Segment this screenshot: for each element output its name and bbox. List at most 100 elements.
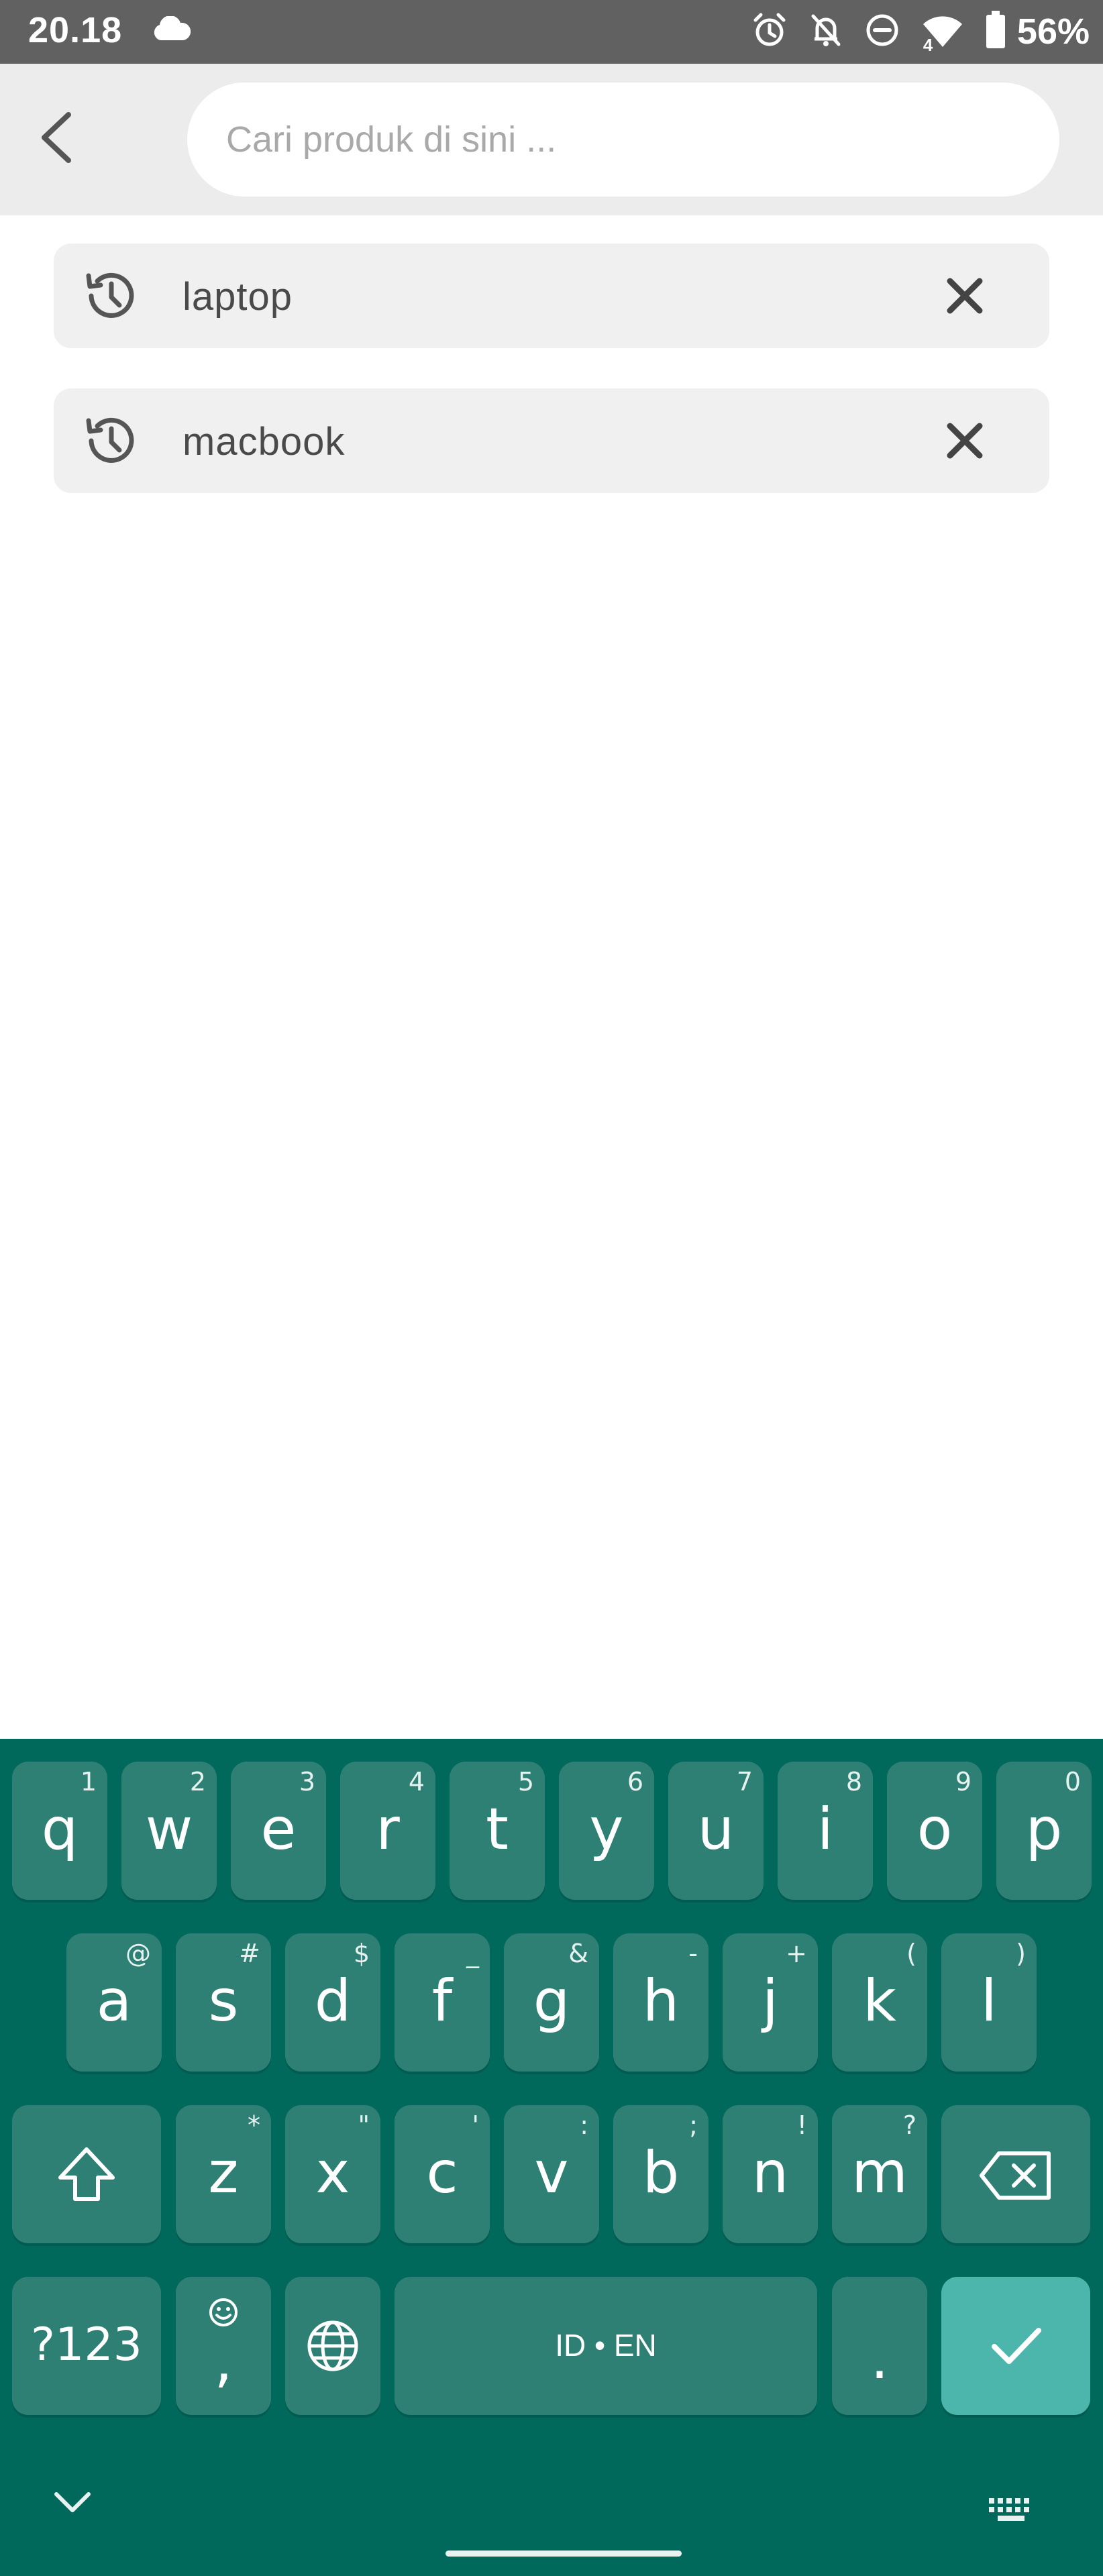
key-t[interactable]: 5t	[450, 1762, 545, 1900]
back-button[interactable]	[30, 105, 83, 170]
key-hint: 9	[955, 1767, 971, 1796]
key-label: m	[851, 2139, 908, 2206]
key-label: ?123	[31, 2318, 142, 2371]
key-u[interactable]: 7u	[668, 1762, 764, 1900]
key-label: i	[817, 1796, 833, 1863]
key-hint: 3	[299, 1767, 315, 1796]
search-input[interactable]	[187, 83, 1059, 197]
key-label: .	[870, 2324, 889, 2392]
key-q[interactable]: 1q	[12, 1762, 107, 1900]
notifications-off-icon	[808, 12, 844, 52]
enter-key[interactable]	[941, 2277, 1090, 2415]
key-hint: '	[472, 2110, 479, 2140]
key-h[interactable]: -h	[613, 1933, 708, 2072]
history-icon	[86, 417, 134, 463]
key-label: b	[642, 2139, 680, 2206]
key-label: v	[534, 2139, 569, 2206]
close-icon[interactable]	[942, 418, 988, 464]
network-badge: 4	[923, 34, 933, 55]
key-label: w	[145, 1796, 193, 1863]
status-icons: 4 56%	[751, 8, 1090, 55]
key-label: u	[697, 1796, 735, 1863]
key-hint: 1	[80, 1767, 97, 1796]
key-l[interactable]: ) l	[941, 1933, 1037, 2072]
key-hint: @	[125, 1939, 151, 1968]
key-label: r	[376, 1796, 400, 1863]
space-key[interactable]: ID • EN	[395, 2277, 817, 2415]
gesture-nav-handle[interactable]	[445, 2551, 682, 2557]
key-label: c	[426, 2139, 458, 2206]
comma-emoji-key[interactable]: ,	[176, 2277, 271, 2415]
key-i[interactable]: 8i	[778, 1762, 873, 1900]
backspace-icon	[980, 2151, 1051, 2200]
alarm-icon	[751, 12, 788, 52]
key-j[interactable]: + j	[723, 1933, 818, 2072]
key-x[interactable]: " x	[285, 2105, 380, 2243]
key-e[interactable]: 3e	[231, 1762, 326, 1900]
key-label: a	[96, 1968, 132, 2035]
search-header	[0, 64, 1103, 215]
key-hint: )	[1016, 1939, 1026, 1968]
key-s[interactable]: # s	[176, 1933, 271, 2072]
key-d[interactable]: $ d	[285, 1933, 380, 2072]
history-item[interactable]: macbook	[54, 388, 1049, 493]
chevron-down-icon	[54, 2492, 91, 2512]
key-hint: !	[796, 2110, 807, 2140]
keyboard-switch-button[interactable]	[988, 2497, 1035, 2527]
key-hint: ;	[689, 2110, 698, 2140]
battery-percent: 56%	[1016, 11, 1090, 52]
history-item[interactable]: laptop	[54, 244, 1049, 348]
key-n[interactable]: ! n	[723, 2105, 818, 2243]
key-o[interactable]: 9o	[887, 1762, 982, 1900]
key-hint: 0	[1064, 1767, 1081, 1796]
key-b[interactable]: ; b	[613, 2105, 708, 2243]
key-y[interactable]: 6y	[559, 1762, 654, 1900]
backspace-key[interactable]	[941, 2105, 1090, 2243]
key-hint: 5	[517, 1767, 534, 1796]
period-key[interactable]: .	[832, 2277, 927, 2415]
key-hint: 7	[736, 1767, 753, 1796]
key-label: z	[208, 2139, 239, 2206]
cloud-icon	[151, 15, 191, 46]
key-label: x	[315, 2139, 350, 2206]
hide-keyboard-button[interactable]	[52, 2489, 93, 2519]
key-hint: *	[248, 2110, 260, 2140]
key-hint: 8	[845, 1767, 862, 1796]
keyboard-icon	[989, 2498, 1029, 2521]
key-hint: _	[466, 1939, 479, 1968]
key-hint: &	[568, 1939, 588, 1968]
symbols-key[interactable]: ?123	[12, 2277, 161, 2415]
key-hint: ?	[902, 2110, 916, 2140]
key-label: n	[751, 2139, 789, 2206]
key-w[interactable]: 2w	[121, 1762, 217, 1900]
key-a[interactable]: @ a	[66, 1933, 162, 2072]
key-z[interactable]: * z	[176, 2105, 271, 2243]
key-hint: -	[688, 1939, 698, 1968]
key-m[interactable]: ? m	[832, 2105, 927, 2243]
key-g[interactable]: & g	[504, 1933, 599, 2072]
key-hint: 4	[408, 1767, 425, 1796]
key-label: t	[486, 1796, 509, 1863]
do-not-disturb-icon	[864, 12, 900, 52]
key-f[interactable]: _ f	[395, 1933, 490, 2072]
key-v[interactable]: :v	[504, 2105, 599, 2243]
history-label: macbook	[182, 420, 346, 464]
key-p[interactable]: 0p	[996, 1762, 1092, 1900]
shift-key[interactable]	[12, 2105, 161, 2243]
key-hint: 2	[189, 1767, 206, 1796]
key-k[interactable]: (k	[832, 1933, 927, 2072]
globe-icon	[307, 2320, 358, 2371]
language-key[interactable]	[285, 2277, 380, 2415]
chevron-left-icon	[42, 112, 71, 163]
emoji-icon	[208, 2297, 239, 2331]
key-label: o	[916, 1796, 953, 1863]
key-label: h	[642, 1968, 680, 2035]
key-r[interactable]: 4r	[340, 1762, 435, 1900]
shift-icon	[58, 2147, 115, 2201]
key-c[interactable]: ' c	[395, 2105, 490, 2243]
key-hint: +	[786, 1939, 807, 1968]
key-hint: 6	[627, 1767, 643, 1796]
key-label: q	[41, 1796, 78, 1863]
key-hint: (	[906, 1939, 916, 1968]
close-icon[interactable]	[942, 273, 988, 319]
